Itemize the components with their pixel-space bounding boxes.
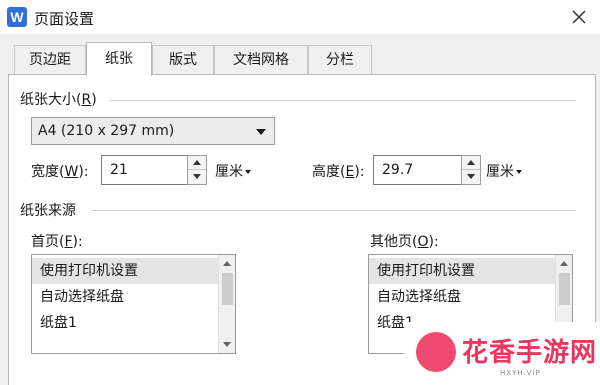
chevron-down-icon: [256, 129, 266, 135]
spin-up-icon[interactable]: [188, 156, 206, 170]
close-button[interactable]: [564, 2, 594, 32]
list-item[interactable]: 纸盘1: [32, 310, 220, 336]
first-page-label: 首页(F):: [31, 234, 83, 250]
other-pages-label: 其他页(O):: [370, 234, 439, 250]
dialog-title: 页面设置: [34, 10, 95, 28]
first-page-tray-list[interactable]: 使用打印机设置 自动选择纸盘 纸盘1: [31, 254, 236, 354]
logo-wordmark: 花香手游网: [462, 338, 598, 368]
width-unit-dropdown[interactable]: 厘米: [215, 161, 251, 181]
scroll-down-icon[interactable]: [219, 337, 235, 353]
tab-layout[interactable]: 版式: [152, 45, 214, 75]
list-item[interactable]: 使用打印机设置: [32, 258, 220, 284]
list-item[interactable]: 使用打印机设置: [369, 258, 557, 284]
scrollbar[interactable]: [218, 255, 235, 353]
caret-down-icon: [245, 170, 251, 174]
tab-strip: 页边距 纸张 版式 文档网格 分栏: [0, 34, 600, 76]
tab-margins[interactable]: 页边距: [14, 45, 86, 75]
spin-down-icon[interactable]: [462, 170, 480, 184]
tab-columns[interactable]: 分栏: [308, 45, 372, 75]
tab-document-grid[interactable]: 文档网格: [214, 45, 308, 75]
title-bar: W 页面设置: [0, 0, 600, 34]
paper-size-group-label: 纸张大小(R): [20, 89, 97, 109]
paper-source-group-label: 纸张来源: [20, 200, 76, 220]
height-spinner: [461, 155, 481, 185]
caret-down-icon: [516, 170, 522, 174]
list-item[interactable]: 自动选择纸盘: [369, 284, 557, 310]
scroll-thumb[interactable]: [222, 273, 233, 305]
scroll-up-icon[interactable]: [556, 255, 572, 271]
close-icon: [572, 10, 586, 24]
height-unit-dropdown[interactable]: 厘米: [486, 161, 522, 181]
group-divider: [110, 100, 576, 101]
flower-logo-icon: [416, 332, 456, 372]
spin-down-icon[interactable]: [188, 170, 206, 184]
spin-up-icon[interactable]: [462, 156, 480, 170]
width-label: 宽度(W):: [31, 164, 89, 180]
scroll-up-icon[interactable]: [219, 255, 235, 271]
list-item[interactable]: 自动选择纸盘: [32, 284, 220, 310]
wps-writer-icon: W: [7, 7, 27, 27]
paper-size-dropdown[interactable]: A4 (210 x 297 mm): [31, 117, 275, 145]
width-spinner: [187, 155, 207, 185]
paper-size-value: A4 (210 x 297 mm): [38, 123, 175, 139]
site-logo: 花香手游网 HXYH.VIP: [404, 322, 600, 385]
group-divider: [92, 210, 576, 211]
height-label: 高度(E):: [312, 164, 365, 180]
tab-paper[interactable]: 纸张: [86, 42, 152, 76]
logo-url: HXYH.VIP: [500, 369, 541, 377]
scroll-thumb[interactable]: [559, 273, 570, 305]
